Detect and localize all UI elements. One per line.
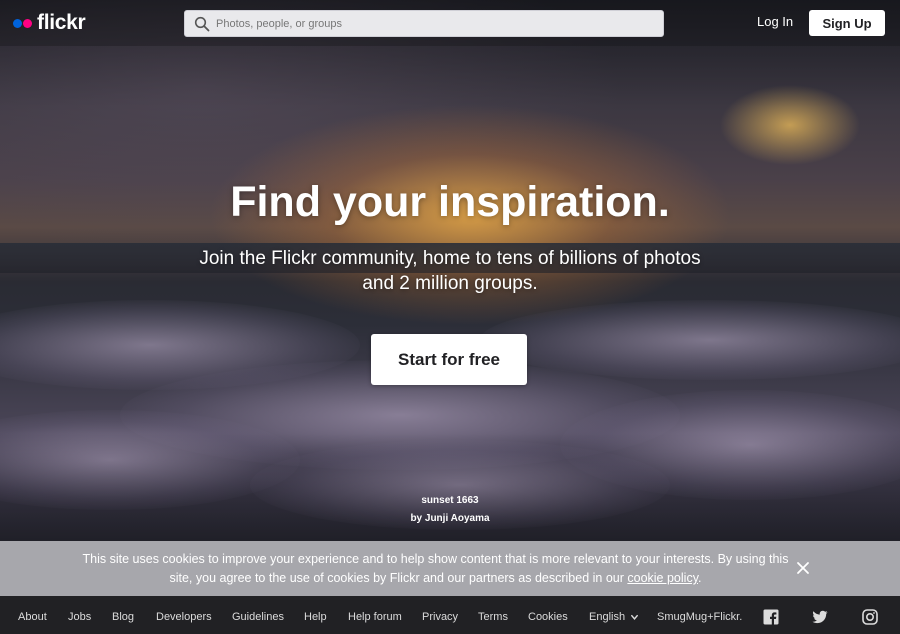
facebook-icon[interactable]: [763, 609, 779, 625]
flickr-logo[interactable]: flickr: [13, 11, 86, 35]
cookie-text-end: .: [698, 571, 702, 585]
cookie-banner: This site uses cookies to improve your e…: [0, 541, 900, 596]
cookie-message: This site uses cookies to improve your e…: [78, 550, 793, 588]
logo-pink-dot: [23, 18, 32, 28]
twitter-icon[interactable]: [812, 609, 828, 625]
chevron-down-icon: [631, 614, 639, 620]
footer-link-about[interactable]: About: [18, 611, 47, 623]
hero-subhead: Join the Flickr community, home to tens …: [199, 248, 701, 294]
hero-headline: Find your inspiration.: [230, 178, 670, 226]
footer-link-terms[interactable]: Terms: [478, 611, 508, 623]
logo-wordmark: flickr: [37, 11, 86, 34]
cookie-policy-link[interactable]: cookie policy: [627, 571, 698, 585]
photo-title-link[interactable]: sunset 1663: [0, 495, 900, 506]
language-label: English: [589, 611, 626, 623]
footer-link-cookies[interactable]: Cookies: [528, 611, 568, 623]
footer-link-blog[interactable]: Blog: [112, 611, 134, 623]
search-box[interactable]: [184, 10, 664, 37]
instagram-icon[interactable]: [862, 609, 878, 625]
start-for-free-button[interactable]: Start for free: [371, 334, 527, 385]
footer-link-jobs[interactable]: Jobs: [68, 611, 91, 623]
search-icon: [194, 16, 210, 32]
close-icon[interactable]: [794, 559, 812, 577]
footer: About Jobs Blog Developers Guidelines He…: [0, 596, 900, 634]
footer-link-help-forum[interactable]: Help forum: [348, 611, 402, 623]
footer-link-guidelines[interactable]: Guidelines: [232, 611, 284, 623]
footer-link-privacy[interactable]: Privacy: [422, 611, 458, 623]
language-selector[interactable]: English: [589, 611, 639, 623]
logo-blue-dot: [13, 18, 22, 28]
search-input[interactable]: [216, 11, 656, 36]
smugmug-flickr-link[interactable]: SmugMug+Flickr.: [657, 611, 742, 623]
footer-link-developers[interactable]: Developers: [156, 611, 212, 623]
top-navigation: flickr Log In Sign Up: [0, 0, 900, 46]
signup-button[interactable]: Sign Up: [809, 10, 885, 36]
footer-link-help[interactable]: Help: [304, 611, 327, 623]
login-link[interactable]: Log In: [757, 14, 793, 29]
photo-author-link[interactable]: by Junji Aoyama: [0, 513, 900, 524]
